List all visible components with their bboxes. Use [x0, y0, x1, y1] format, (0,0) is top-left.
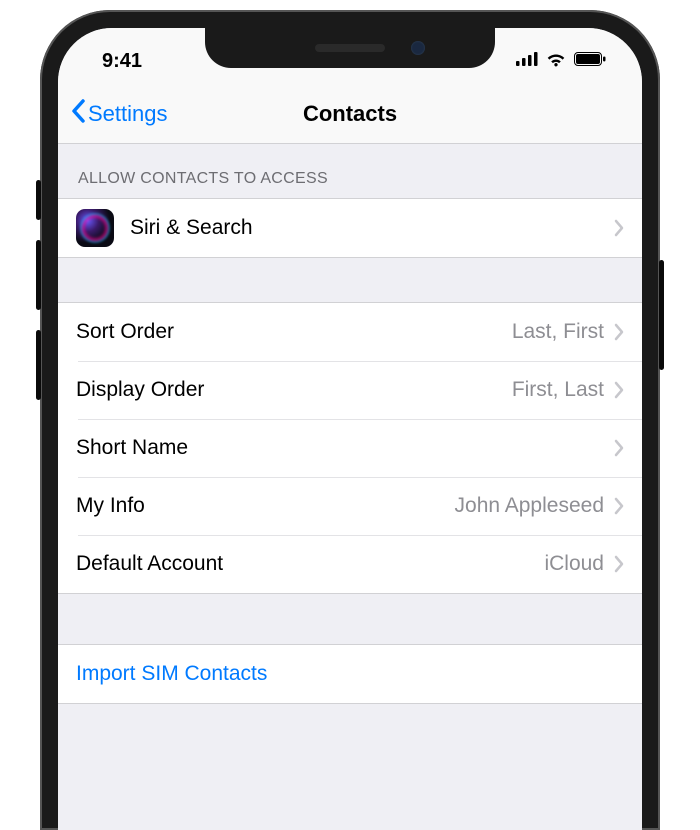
chevron-right-icon [614, 381, 624, 399]
row-label: My Info [76, 494, 455, 518]
volume-up-button [36, 240, 41, 310]
row-import-sim-contacts[interactable]: Import SIM Contacts [58, 645, 642, 703]
screen: 9:41 Settings Contacts [58, 28, 642, 830]
row-label: Short Name [76, 436, 604, 460]
row-short-name[interactable]: Short Name [58, 419, 642, 477]
row-siri-search[interactable]: Siri & Search [58, 199, 642, 257]
siri-icon [76, 209, 114, 247]
row-value: Last, First [512, 320, 604, 344]
chevron-right-icon [614, 219, 624, 237]
chevron-left-icon [70, 99, 88, 129]
row-display-order[interactable]: Display Order First, Last [58, 361, 642, 419]
status-icons [516, 41, 610, 72]
front-camera [411, 41, 425, 55]
nav-bar: Settings Contacts [58, 84, 642, 144]
content: Allow Contacts to Access Siri & Search S… [58, 144, 642, 704]
row-label: Sort Order [76, 320, 512, 344]
row-label: Display Order [76, 378, 512, 402]
back-label: Settings [88, 101, 168, 127]
row-value: John Appleseed [455, 494, 604, 518]
section-header-access: Allow Contacts to Access [58, 144, 642, 198]
row-default-account[interactable]: Default Account iCloud [58, 535, 642, 593]
row-label: Import SIM Contacts [76, 662, 624, 686]
chevron-right-icon [614, 497, 624, 515]
wifi-icon [545, 51, 567, 72]
row-label: Siri & Search [130, 216, 614, 240]
cellular-icon [516, 52, 538, 71]
status-time: 9:41 [90, 40, 142, 73]
back-button[interactable]: Settings [70, 99, 168, 129]
notch [205, 28, 495, 68]
row-my-info[interactable]: My Info John Appleseed [58, 477, 642, 535]
chevron-right-icon [614, 323, 624, 341]
row-label: Default Account [76, 552, 544, 576]
row-value: First, Last [512, 378, 604, 402]
volume-switch [36, 180, 41, 220]
speaker-grille [315, 44, 385, 52]
row-sort-order[interactable]: Sort Order Last, First [58, 303, 642, 361]
power-button [659, 260, 664, 370]
battery-icon [574, 52, 606, 71]
chevron-right-icon [614, 555, 624, 573]
volume-down-button [36, 330, 41, 400]
row-value: iCloud [544, 552, 604, 576]
page-title: Contacts [303, 101, 397, 127]
chevron-right-icon [614, 439, 624, 457]
phone-frame: 9:41 Settings Contacts [40, 10, 660, 830]
